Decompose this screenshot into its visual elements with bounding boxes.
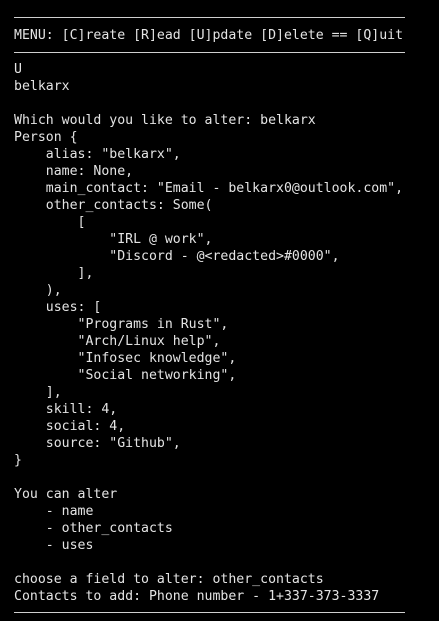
- terminal-window[interactable]: MENU: [C]reate [R]ead [U]pdate [D]elete …: [0, 0, 439, 621]
- output-line: "Discord - @<redacted>#0000",: [14, 249, 340, 264]
- output-line: ],: [14, 385, 62, 400]
- output-line: "Arch/Linux help",: [14, 334, 221, 349]
- output-line: "IRL @ work",: [14, 232, 213, 247]
- output-line: "Social networking",: [14, 368, 237, 383]
- output-line: name: None,: [14, 164, 134, 179]
- output-line: belkarx: [14, 79, 70, 94]
- menu-line: MENU: [C]reate [R]ead [U]pdate [D]elete …: [14, 28, 404, 43]
- output-line: U: [14, 62, 22, 77]
- output-line: social: 4,: [14, 419, 126, 434]
- session-output: Ubelkarx Which would you like to alter: b…: [0, 61, 439, 605]
- output-line: ],: [14, 266, 94, 281]
- menu-bottom-rule: [0, 44, 439, 61]
- output-line: choose a field to alter: other_contacts: [14, 572, 324, 587]
- output-line: "Programs in Rust",: [14, 317, 229, 332]
- output-line: You can alter: [14, 487, 118, 502]
- output-line: alias: "belkarx",: [14, 147, 181, 162]
- output-line: ),: [14, 283, 62, 298]
- output-line: Which would you like to alter: belkarx: [14, 113, 316, 128]
- bottom-rule: [0, 605, 439, 621]
- output-line: "Infosec knowledge",: [14, 351, 237, 366]
- output-line: - name: [14, 504, 94, 519]
- output-line: source: "Github",: [14, 436, 181, 451]
- output-line: - other_contacts: [14, 521, 173, 536]
- output-line: }: [14, 453, 22, 468]
- output-line: skill: 4,: [14, 402, 118, 417]
- output-line: main_contact: "Email - belkarx0@outlook.…: [14, 181, 404, 196]
- output-line: [: [14, 215, 86, 230]
- partial-top-line: [0, 0, 439, 10]
- output-line: Contacts to add: Phone number - 1+337-37…: [14, 589, 380, 604]
- output-line: uses: [: [14, 300, 102, 315]
- output-line: other_contacts: Some(: [14, 198, 213, 213]
- output-line: Person {: [14, 130, 78, 145]
- menu-top-rule: [0, 10, 439, 27]
- output-line: - uses: [14, 538, 94, 553]
